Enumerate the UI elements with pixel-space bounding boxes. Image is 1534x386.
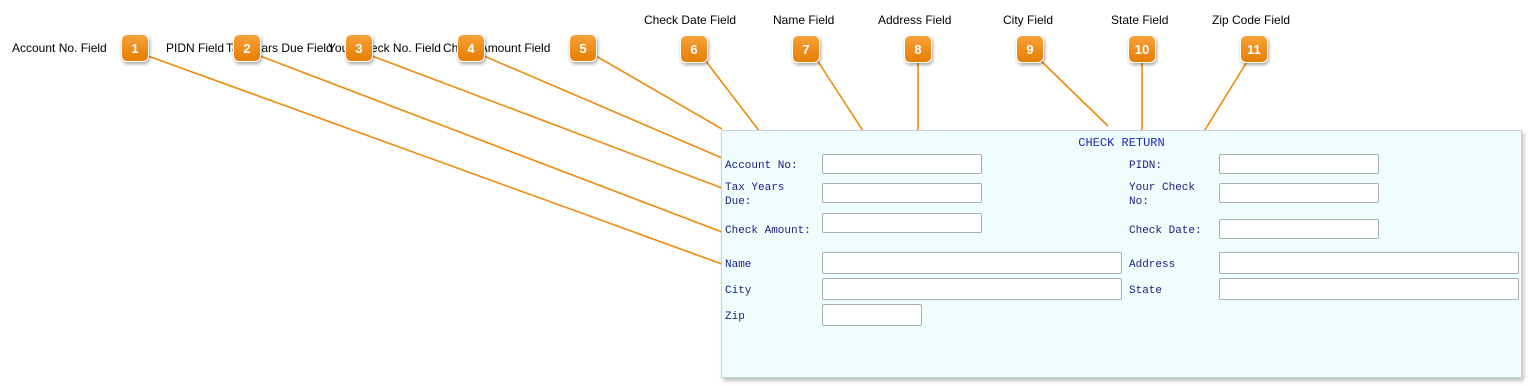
callout-badge-11[interactable]: 11 [1240,35,1268,63]
callout-badge-10[interactable]: 10 [1128,35,1156,63]
callout-badge-7[interactable]: 7 [792,35,820,63]
pidn-label: PIDN: [1129,160,1163,172]
callout-badge-9[interactable]: 9 [1016,35,1044,63]
name-label: Name [725,259,752,271]
zip-label: Zip [725,311,745,323]
check-amount-input[interactable] [822,213,982,233]
address-label: Address [1129,259,1176,271]
callout-label-address: Address Field [878,13,952,27]
your-check-no-label: Your Check No: [1129,182,1196,208]
pidn-input[interactable] [1219,154,1379,174]
callout-badge-5[interactable]: 5 [569,34,597,62]
callout-badge-2[interactable]: 2 [233,34,261,62]
callout-badge-4[interactable]: 4 [457,34,485,62]
name-input[interactable] [822,252,1122,274]
your-check-no-input[interactable] [1219,183,1379,203]
tax-years-due-label: Tax Years Due: [725,182,785,208]
account-no-input[interactable] [822,154,982,174]
callout-label-city: City Field [1003,13,1054,27]
callout-label-state: State Field [1111,13,1169,27]
connector-3 [371,55,723,189]
callout-badge-3[interactable]: 3 [345,34,373,62]
callout-label-account-no: Account No. Field [12,41,107,55]
callout-label-name: Name Field [773,13,835,27]
check-date-input[interactable] [1219,219,1379,239]
tax-years-due-input[interactable] [822,183,982,203]
callout-label-pidn: PIDN Field [166,41,225,55]
check-return-form: CHECK RETURN Account No: Tax Years Due: … [721,130,1522,378]
zip-input[interactable] [822,304,922,326]
connector-4 [483,55,723,159]
check-amount-label: Check Amount: [725,225,811,237]
callout-badge-6[interactable]: 6 [680,35,708,63]
callout-label-zip-code: Zip Code Field [1212,13,1291,27]
connector-5 [595,55,723,130]
check-date-label: Check Date: [1129,225,1202,237]
form-title: CHECK RETURN [1078,136,1165,150]
callout-badge-1[interactable]: 1 [121,34,149,62]
state-label: State [1129,285,1163,297]
callout-badge-8[interactable]: 8 [904,35,932,63]
account-no-label: Account No: [725,160,798,172]
state-input[interactable] [1219,278,1519,300]
callout-label-check-date: Check Date Field [644,13,737,27]
address-input[interactable] [1219,252,1519,274]
connector-1 [147,55,723,265]
connector-9 [1039,59,1109,127]
city-label: City [725,285,752,297]
connector-2 [259,55,723,233]
city-input[interactable] [822,278,1122,300]
